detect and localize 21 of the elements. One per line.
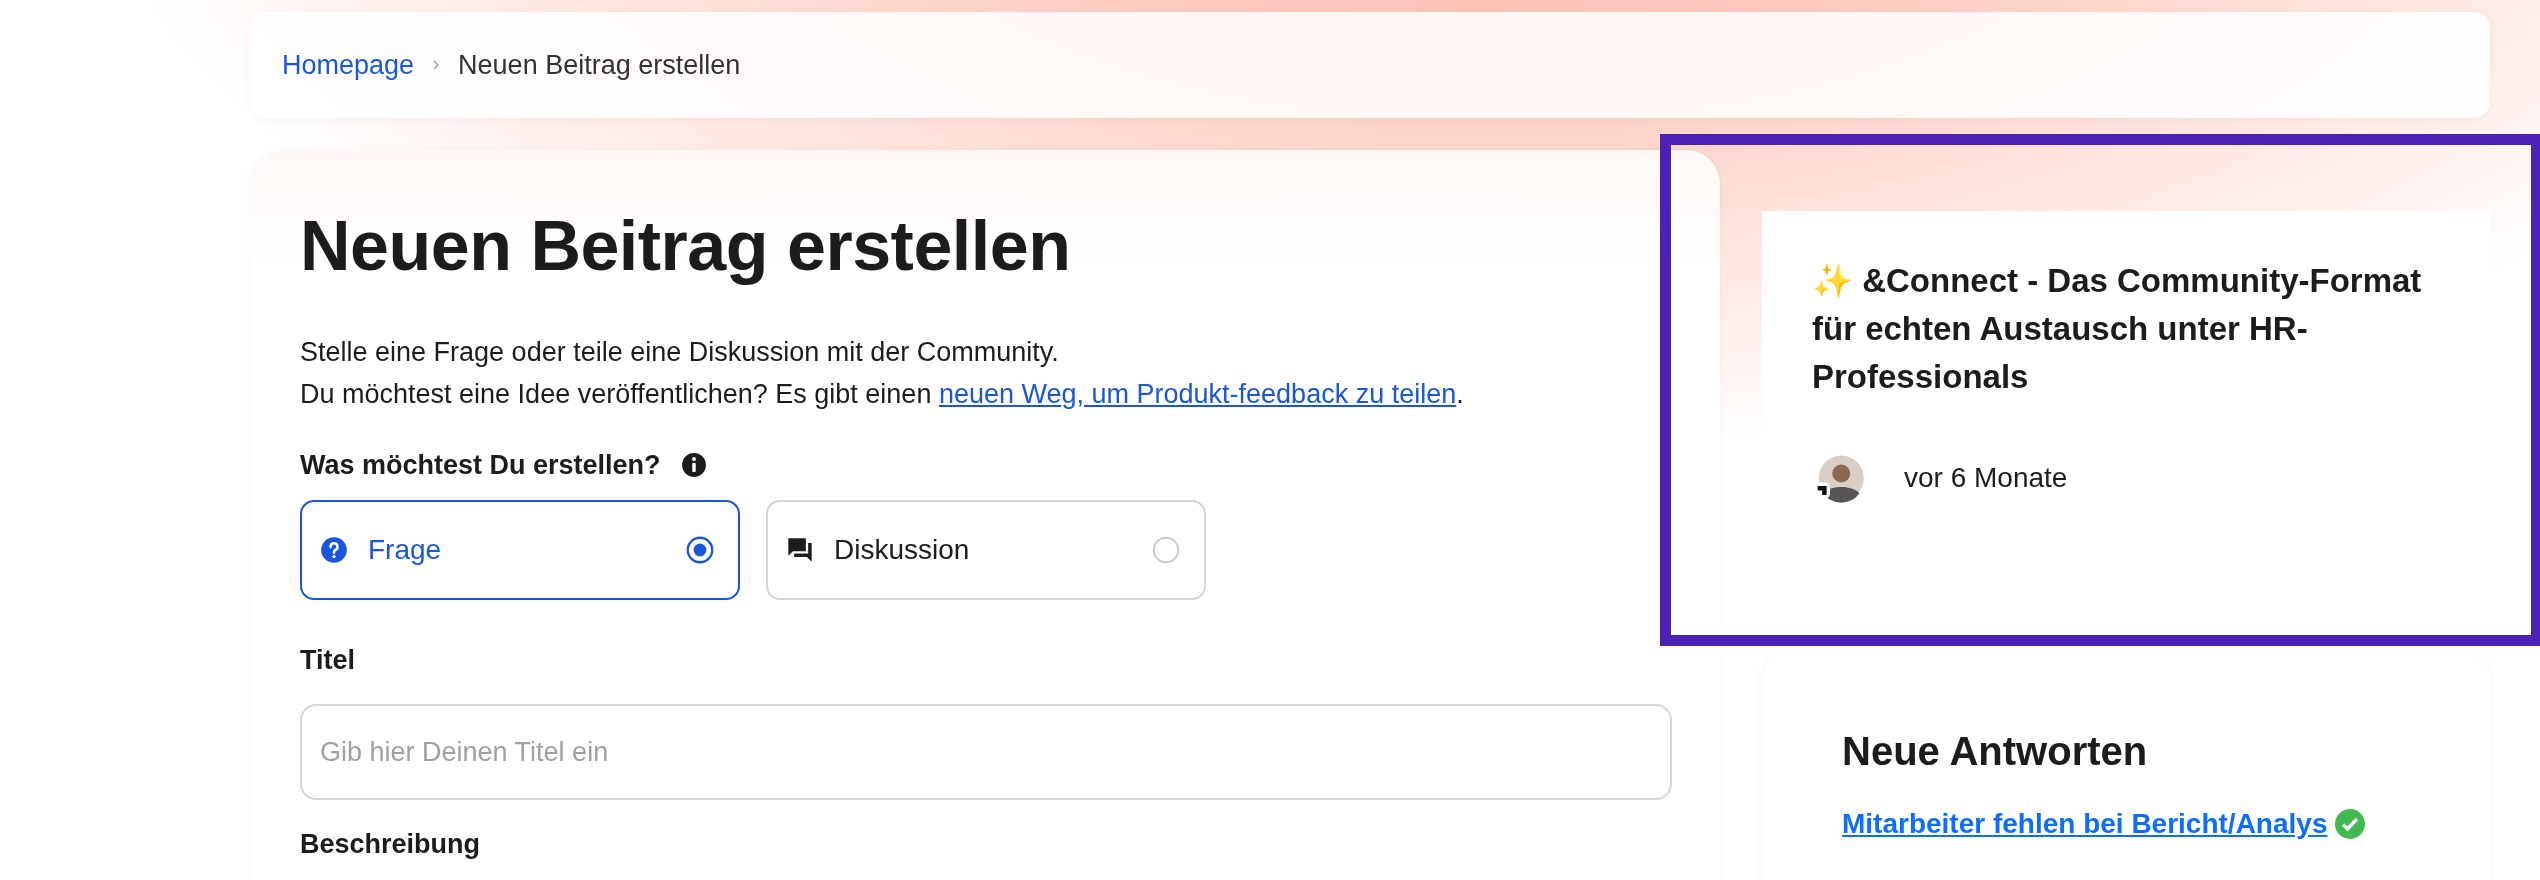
field-label: Beschreibung xyxy=(300,828,482,861)
section-heading: Neue Antworten xyxy=(1842,728,2149,775)
breadcrumb-link[interactable]: Homepage xyxy=(282,44,415,86)
idea-text: Du möchtest eine Idee veröffentlichen? Es gibt einen neuen Weg, um Produkt-feedback zu teilen. xyxy=(300,378,1465,411)
field-label: Titel xyxy=(300,643,356,677)
answer-link[interactable]: Mitarbeiter fehlen bei Bericht/Analys xyxy=(1842,803,2328,845)
post-time: vor 6 Monate xyxy=(1904,461,2068,495)
post-title[interactable]: ✨ &Connect - Das Community-Format für echten Austausch unter HR-Professionals xyxy=(1812,257,2440,401)
radio-icon xyxy=(686,535,714,564)
chat-bubbles-icon xyxy=(786,535,814,564)
intro-text: Stelle eine Frage oder teile eine Diskussion mit der Community. xyxy=(300,336,1060,369)
page-heading: Neuen Beitrag erstellen xyxy=(300,208,1072,285)
breadcrumb-current: Neuen Beitrag erstellen xyxy=(458,48,741,82)
question-icon xyxy=(320,535,348,564)
post-type-option[interactable]: Frage xyxy=(300,499,740,600)
post-type-option[interactable]: Diskussion xyxy=(766,499,1206,600)
radio-icon xyxy=(1152,535,1180,564)
field-label: Was möchtest Du erstellen? xyxy=(300,449,661,482)
info-icon xyxy=(680,452,707,479)
feedback-link[interactable]: neuen Weg, um Produkt-feedback zu teilen xyxy=(938,379,1457,409)
title-input-field[interactable]: Gib hier Deinen Titel ein xyxy=(300,704,1672,800)
